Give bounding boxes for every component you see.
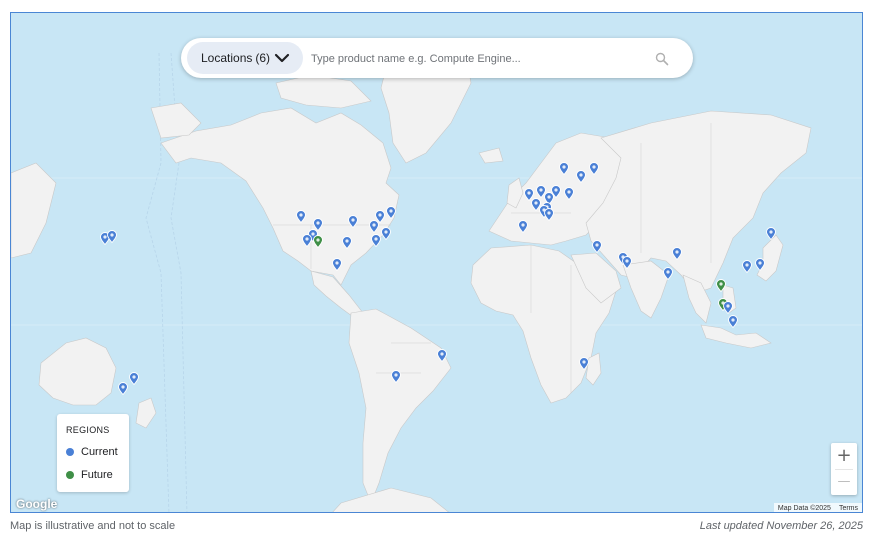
current-region-pin[interactable] — [622, 256, 632, 269]
current-region-pin[interactable] — [118, 382, 128, 395]
current-region-pin[interactable] — [107, 230, 117, 243]
current-region-pin[interactable] — [551, 185, 561, 198]
current-region-pin[interactable] — [348, 215, 358, 228]
current-region-pin[interactable] — [672, 247, 682, 260]
current-region-pin[interactable] — [723, 301, 733, 314]
locations-count: (6) — [255, 51, 271, 65]
current-region-pin[interactable] — [386, 206, 396, 219]
current-region-pin[interactable] — [544, 208, 554, 221]
future-region-pin[interactable] — [313, 235, 323, 248]
current-region-pin[interactable] — [129, 372, 139, 385]
zoom-in-button[interactable]: + — [831, 443, 857, 469]
current-region-pin[interactable] — [302, 234, 312, 247]
terms-link[interactable]: Terms — [839, 505, 858, 512]
current-region-pin[interactable] — [518, 220, 528, 233]
search-icon[interactable] — [655, 52, 669, 66]
last-updated: Last updated November 26, 2025 — [699, 520, 863, 532]
current-region-icon — [66, 448, 74, 456]
current-region-pin[interactable] — [559, 162, 569, 175]
map-disclaimer: Map is illustrative and not to scale — [10, 520, 176, 532]
current-region-pin[interactable] — [576, 170, 586, 183]
current-region-pin[interactable] — [332, 258, 342, 271]
map-canvas[interactable]: Locations (6) REGIONS Current Future + —… — [10, 12, 863, 513]
product-search-input[interactable] — [309, 48, 643, 70]
map-attribution: Map Data ©2025 Terms — [773, 503, 862, 512]
current-region-pin[interactable] — [742, 260, 752, 273]
current-region-pin[interactable] — [766, 227, 776, 240]
world-basemap — [11, 13, 862, 512]
chevron-down-icon — [274, 53, 290, 63]
current-region-pin[interactable] — [663, 267, 673, 280]
legend-item-current: Current — [66, 446, 118, 458]
current-region-pin[interactable] — [564, 187, 574, 200]
current-region-pin[interactable] — [296, 210, 306, 223]
map-data-text: Map Data ©2025 — [777, 505, 831, 512]
legend-title: REGIONS — [66, 425, 110, 435]
search-bar: Locations (6) — [181, 38, 693, 78]
locations-label: Locations — [201, 51, 253, 65]
locations-dropdown-button[interactable]: Locations (6) — [187, 42, 303, 74]
google-logo: Google — [16, 497, 58, 511]
current-region-pin[interactable] — [437, 349, 447, 362]
regions-legend: REGIONS Current Future — [57, 414, 129, 492]
current-region-pin[interactable] — [342, 236, 352, 249]
legend-label-current: Current — [81, 446, 118, 458]
future-region-icon — [66, 471, 74, 479]
current-region-pin[interactable] — [381, 227, 391, 240]
current-region-pin[interactable] — [579, 357, 589, 370]
current-region-pin[interactable] — [371, 234, 381, 247]
legend-label-future: Future — [81, 469, 113, 481]
zoom-controls: + — — [831, 443, 857, 495]
future-region-pin[interactable] — [716, 279, 726, 292]
legend-item-future: Future — [66, 469, 113, 481]
current-region-pin[interactable] — [728, 315, 738, 328]
current-region-pin[interactable] — [369, 220, 379, 233]
current-region-pin[interactable] — [589, 162, 599, 175]
current-region-pin[interactable] — [391, 370, 401, 383]
zoom-out-button[interactable]: — — [831, 469, 857, 495]
current-region-pin[interactable] — [755, 258, 765, 271]
current-region-pin[interactable] — [592, 240, 602, 253]
